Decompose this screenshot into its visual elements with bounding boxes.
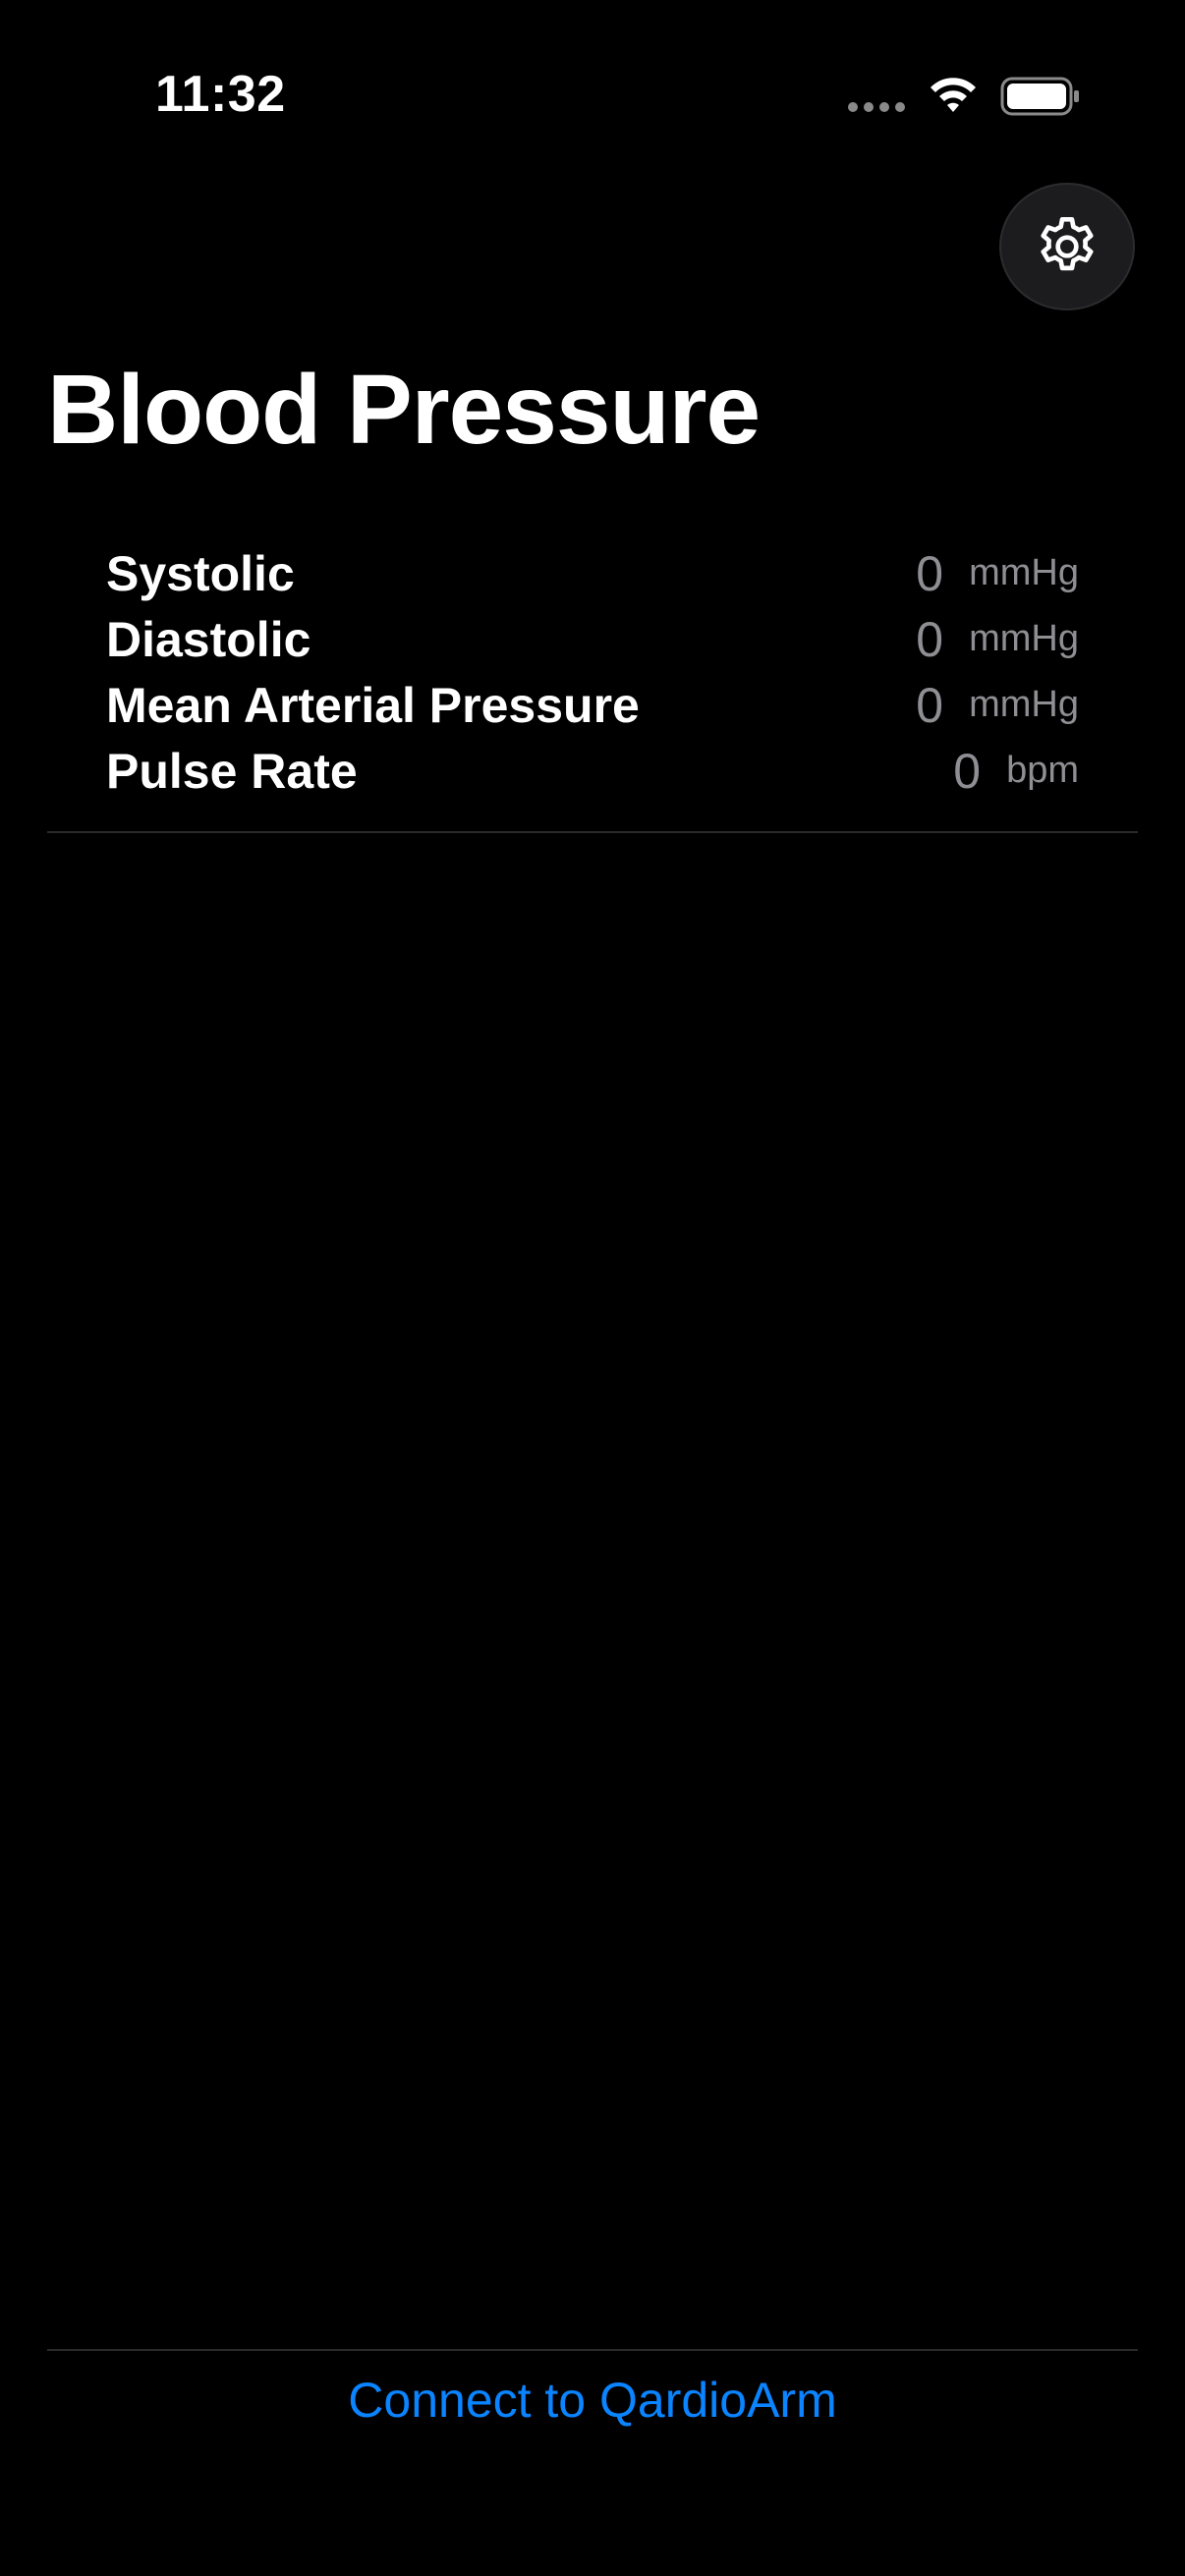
metric-unit: mmHg	[969, 552, 1079, 593]
metric-row-pulse-rate: Pulse Rate 0 bpm	[106, 738, 1079, 804]
metric-unit: mmHg	[969, 684, 1079, 725]
wifi-icon	[931, 78, 976, 112]
divider	[47, 2349, 1138, 2351]
metric-value: 0	[916, 677, 944, 733]
status-bar-time: 11:32	[155, 66, 286, 123]
settings-button[interactable]	[999, 183, 1135, 310]
metric-unit: mmHg	[969, 618, 1079, 659]
metric-unit: bpm	[1006, 750, 1079, 791]
divider	[47, 831, 1138, 833]
page-title: Blood Pressure	[47, 355, 761, 465]
metric-label: Diastolic	[106, 611, 311, 667]
metric-value: 0	[916, 611, 944, 667]
metric-value: 0	[953, 743, 982, 799]
metric-row-diastolic: Diastolic 0 mmHg	[106, 606, 1079, 672]
metric-label: Pulse Rate	[106, 743, 358, 799]
metrics-list: Systolic 0 mmHg Diastolic 0 mmHg Mean Ar…	[106, 540, 1079, 804]
connect-button[interactable]: Connect to QardioArm	[0, 2366, 1185, 2435]
gear-icon	[1041, 216, 1094, 271]
battery-icon	[1000, 77, 1079, 116]
metric-label: Systolic	[106, 545, 295, 601]
metric-label: Mean Arterial Pressure	[106, 677, 640, 733]
metric-row-systolic: Systolic 0 mmHg	[106, 540, 1079, 606]
metric-row-mean-arterial-pressure: Mean Arterial Pressure 0 mmHg	[106, 672, 1079, 738]
cellular-signal-icon	[848, 102, 907, 114]
metric-value: 0	[916, 545, 944, 601]
